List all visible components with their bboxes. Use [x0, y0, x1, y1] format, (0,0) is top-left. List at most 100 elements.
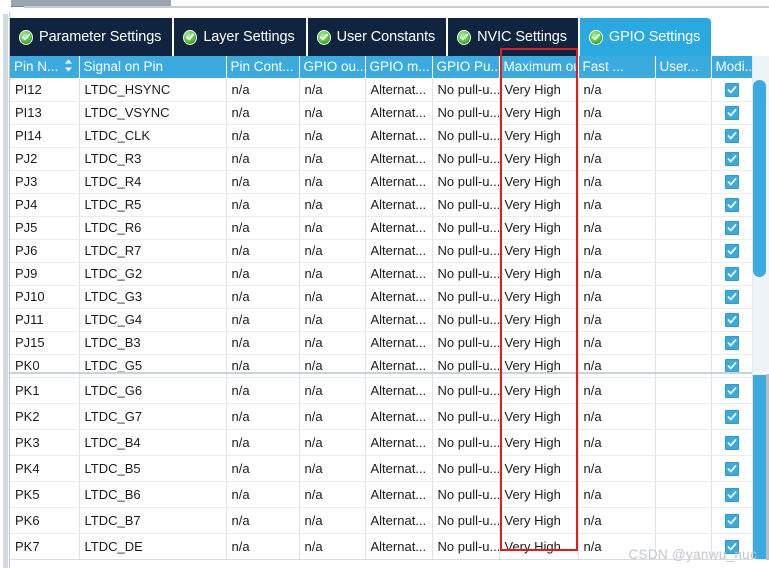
cell-gpio-output[interactable]: n/a	[299, 239, 366, 263]
cell-max-output-speed[interactable]: Very High	[499, 331, 579, 355]
cell-pin-name[interactable]: PJ3	[10, 170, 80, 194]
cell-user-label[interactable]	[655, 481, 712, 508]
cell-signal-on-pin[interactable]: LTDC_R6	[79, 216, 227, 240]
cell-fast-mode[interactable]: n/a	[578, 216, 656, 240]
cell-gpio-pull[interactable]: No pull-u...	[432, 170, 500, 194]
cell-gpio-output[interactable]: n/a	[299, 216, 366, 240]
vertical-scrollbar-thumb-upper[interactable]	[753, 80, 766, 277]
cell-fast-mode[interactable]: n/a	[578, 193, 656, 217]
cell-gpio-pull[interactable]: No pull-u...	[432, 239, 500, 263]
cell-signal-on-pin[interactable]: LTDC_CLK	[79, 124, 227, 148]
cell-max-output-speed[interactable]: Very High	[499, 262, 579, 286]
cell-gpio-pull[interactable]: No pull-u...	[432, 124, 500, 148]
cell-pin-name[interactable]: PI13	[10, 101, 80, 125]
checkmark-icon[interactable]	[724, 198, 739, 213]
cell-gpio-output[interactable]: n/a	[299, 78, 366, 102]
cell-max-output-speed[interactable]: Very High	[499, 429, 579, 456]
cell-pin-context[interactable]: n/a	[226, 429, 300, 456]
cell-fast-mode[interactable]: n/a	[578, 262, 656, 286]
cell-fast-mode[interactable]: n/a	[578, 429, 656, 456]
cell-gpio-pull[interactable]: No pull-u...	[432, 262, 500, 286]
cell-gpio-pull[interactable]: No pull-u...	[432, 403, 500, 430]
modified-checkbox[interactable]	[711, 308, 753, 332]
modified-checkbox[interactable]	[711, 429, 753, 456]
modified-checkbox[interactable]	[711, 455, 753, 482]
cell-pin-name[interactable]: PK7	[10, 533, 80, 560]
cell-signal-on-pin[interactable]: LTDC_G6	[79, 377, 227, 404]
cell-gpio-pull[interactable]: No pull-u...	[432, 101, 500, 125]
cell-pin-context[interactable]: n/a	[226, 403, 300, 430]
modified-checkbox[interactable]	[711, 331, 753, 355]
cell-user-label[interactable]	[655, 507, 712, 534]
cell-pin-context[interactable]: n/a	[226, 124, 300, 148]
column-header-modified[interactable]: Modi...	[711, 56, 753, 79]
tab-nvic-settings[interactable]: NVIC Settings	[448, 18, 580, 56]
table-row[interactable]: PK3 LTDC_B4 n/a n/a Alternat... No pull-u... V…	[10, 429, 753, 456]
cell-pin-name[interactable]: PK5	[10, 481, 80, 508]
cell-pin-name[interactable]: PJ4	[10, 193, 80, 217]
cell-max-output-speed[interactable]: Very High	[499, 533, 579, 560]
cell-pin-name[interactable]: PI12	[10, 78, 80, 102]
cell-pin-name[interactable]: PJ10	[10, 285, 80, 309]
checkmark-icon[interactable]	[724, 267, 739, 282]
modified-checkbox[interactable]	[711, 481, 753, 508]
cell-fast-mode[interactable]: n/a	[578, 403, 656, 430]
cell-gpio-mode[interactable]: Alternat...	[365, 507, 433, 534]
checkmark-icon[interactable]	[724, 175, 739, 190]
cell-signal-on-pin[interactable]: LTDC_B4	[79, 429, 227, 456]
cell-pin-context[interactable]: n/a	[226, 455, 300, 482]
tab-gpio-settings[interactable]: GPIO Settings	[579, 18, 712, 56]
cell-gpio-output[interactable]: n/a	[299, 193, 366, 217]
cell-gpio-mode[interactable]: Alternat...	[365, 78, 433, 102]
modified-checkbox[interactable]	[711, 403, 753, 430]
cell-signal-on-pin[interactable]: LTDC_G4	[79, 308, 227, 332]
checkmark-icon[interactable]	[724, 152, 739, 167]
cell-gpio-mode[interactable]: Alternat...	[365, 331, 433, 355]
modified-checkbox[interactable]	[711, 124, 753, 148]
checkmark-icon[interactable]	[724, 436, 739, 451]
cell-signal-on-pin[interactable]: LTDC_B6	[79, 481, 227, 508]
cell-fast-mode[interactable]: n/a	[578, 377, 656, 404]
cell-user-label[interactable]	[655, 170, 712, 194]
checkmark-icon[interactable]	[724, 410, 739, 425]
cell-gpio-mode[interactable]: Alternat...	[365, 308, 433, 332]
cell-gpio-output[interactable]: n/a	[299, 285, 366, 309]
checkmark-icon[interactable]	[724, 221, 739, 236]
cell-pin-context[interactable]: n/a	[226, 239, 300, 263]
cell-gpio-pull[interactable]: No pull-u...	[432, 533, 500, 560]
cell-pin-context[interactable]: n/a	[226, 533, 300, 560]
cell-user-label[interactable]	[655, 285, 712, 309]
cell-gpio-output[interactable]: n/a	[299, 101, 366, 125]
cell-signal-on-pin[interactable]: LTDC_R4	[79, 170, 227, 194]
cell-gpio-pull[interactable]: No pull-u...	[432, 193, 500, 217]
checkmark-icon[interactable]	[724, 488, 739, 503]
cell-max-output-speed[interactable]: Very High	[499, 403, 579, 430]
cell-gpio-pull[interactable]: No pull-u...	[432, 147, 500, 171]
modified-checkbox[interactable]	[711, 377, 753, 404]
cell-signal-on-pin[interactable]: LTDC_VSYNC	[79, 101, 227, 125]
cell-signal-on-pin[interactable]: LTDC_B7	[79, 507, 227, 534]
table-row[interactable]: PJ11 LTDC_G4 n/a n/a Alternat... No pull-u...…	[10, 308, 753, 332]
cell-gpio-pull[interactable]: No pull-u...	[432, 455, 500, 482]
checkmark-icon[interactable]	[724, 244, 739, 259]
cell-user-label[interactable]	[655, 403, 712, 430]
cell-fast-mode[interactable]: n/a	[578, 78, 656, 102]
checkmark-icon[interactable]	[724, 336, 739, 351]
checkmark-icon[interactable]	[724, 129, 739, 144]
table-row[interactable]: PK1 LTDC_G6 n/a n/a Alternat... No pull-u... V…	[10, 377, 753, 404]
cell-user-label[interactable]	[655, 216, 712, 240]
table-row[interactable]: PK4 LTDC_B5 n/a n/a Alternat... No pull-u... V…	[10, 455, 753, 482]
cell-gpio-output[interactable]: n/a	[299, 403, 366, 430]
cell-gpio-output[interactable]: n/a	[299, 429, 366, 456]
checkmark-icon[interactable]	[724, 83, 739, 98]
table-row[interactable]: PJ9 LTDC_G2 n/a n/a Alternat... No pull-u... V…	[10, 262, 753, 286]
cell-fast-mode[interactable]: n/a	[578, 124, 656, 148]
cell-gpio-pull[interactable]: No pull-u...	[432, 377, 500, 404]
cell-pin-name[interactable]: PK2	[10, 403, 80, 430]
cell-user-label[interactable]	[655, 101, 712, 125]
cell-max-output-speed[interactable]: Very High	[499, 239, 579, 263]
modified-checkbox[interactable]	[711, 285, 753, 309]
cell-fast-mode[interactable]: n/a	[578, 481, 656, 508]
table-row[interactable]: PJ15 LTDC_B3 n/a n/a Alternat... No pull-u...…	[10, 331, 753, 355]
cell-pin-name[interactable]: PJ15	[10, 331, 80, 355]
